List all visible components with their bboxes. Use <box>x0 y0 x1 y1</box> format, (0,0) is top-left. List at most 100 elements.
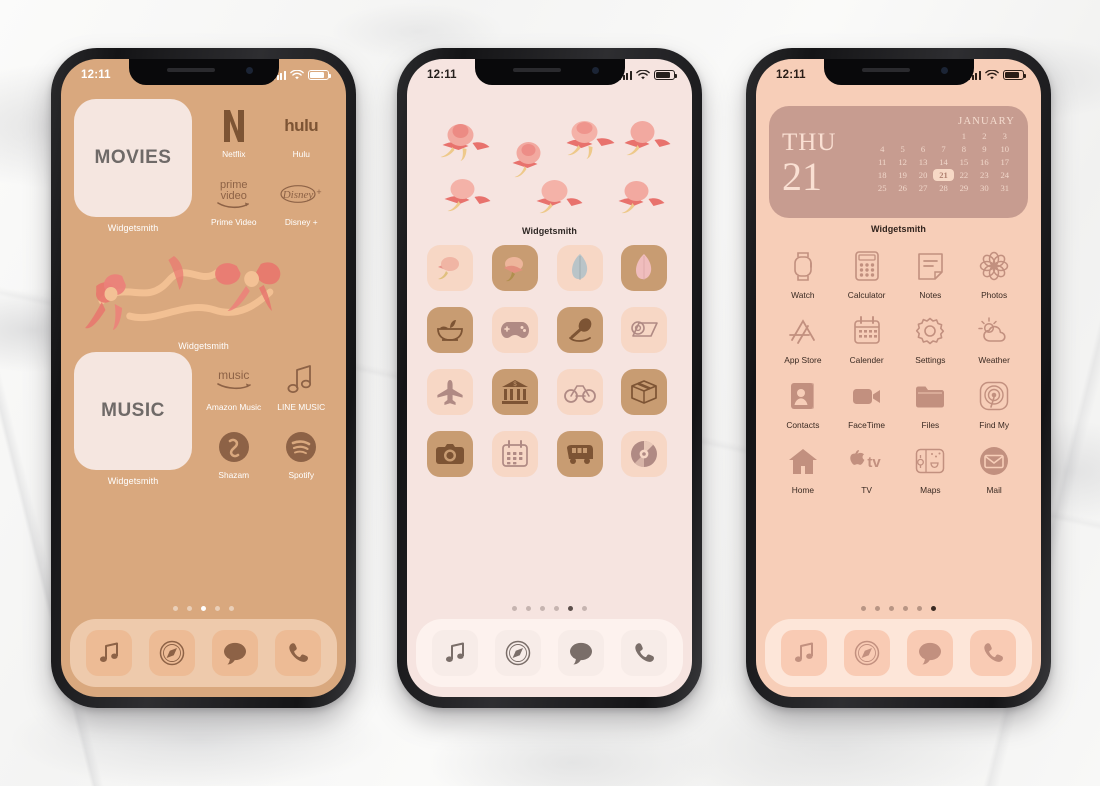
dock-item-safari[interactable] <box>495 630 542 676</box>
app-tile-airplane[interactable] <box>427 369 473 415</box>
app-tile-scroll[interactable] <box>621 307 668 353</box>
calendar-cell-day[interactable]: 18 <box>872 169 892 181</box>
app-calendar[interactable]: Calender <box>837 312 897 365</box>
dock-item-safari[interactable] <box>149 630 196 676</box>
app-home[interactable]: Home <box>773 442 833 495</box>
calendar-cell-day[interactable]: 17 <box>995 156 1015 168</box>
calendar-cell-day[interactable]: 23 <box>974 169 994 181</box>
ribbon-photo-widget[interactable]: Widgetsmith <box>74 246 333 351</box>
dock-item-phone[interactable] <box>969 630 1016 676</box>
app-tile-salad-bowl[interactable] <box>427 307 473 353</box>
movies-widget-box[interactable]: MOVIES <box>74 99 192 217</box>
music-widget-box[interactable]: MUSIC <box>74 352 192 470</box>
calendar-cell-day[interactable]: 11 <box>872 156 892 168</box>
app-files[interactable]: Files <box>901 377 961 430</box>
calendar-days-grid[interactable]: 1 2 3 4 5 6 7 8 9 10 11 12 13 14 15 16 17 18 19 20 21 22 23 24 2… <box>872 130 1015 194</box>
dock-item-music[interactable] <box>432 630 479 676</box>
app-tile-blue-leaf[interactable] <box>556 245 603 291</box>
calendar-cell-day[interactable]: 29 <box>954 182 974 194</box>
app-contacts[interactable]: Contacts <box>773 377 833 430</box>
app-find-my[interactable]: Find My <box>964 377 1024 430</box>
app-tile-compact-disc[interactable] <box>621 431 668 477</box>
calendar-cell-day[interactable]: 10 <box>995 143 1015 155</box>
page-dots[interactable] <box>407 606 692 611</box>
phone-1-screen[interactable]: 12:11 MOVIES Widgetsmith Netflix hulu Hu… <box>61 59 346 697</box>
calendar-cell-day[interactable]: 28 <box>933 182 953 194</box>
dock-item-phone[interactable] <box>274 630 321 676</box>
calendar-cell-day[interactable]: 25 <box>872 182 892 194</box>
app-watch[interactable]: Watch <box>773 247 833 300</box>
calendar-cell-day[interactable]: 1 <box>954 130 974 142</box>
app-spotify[interactable]: Spotify <box>270 420 334 480</box>
dock-item-music[interactable] <box>86 630 133 676</box>
calendar-cell-day[interactable]: 16 <box>974 156 994 168</box>
calendar-cell-day[interactable]: 8 <box>954 143 974 155</box>
app-mail[interactable]: Mail <box>964 442 1024 495</box>
phone-3-screen[interactable]: 12:11 THU 21 JANUARY 1 2 3 4 5 6 7 8 9 1… <box>756 59 1041 697</box>
app-netflix[interactable]: Netflix <box>202 99 266 159</box>
app-tile-pink-leaf[interactable] <box>621 245 668 291</box>
calendar-cell-day[interactable]: 2 <box>974 130 994 142</box>
app-photos[interactable]: Photos <box>964 247 1024 300</box>
flower-photo-widget[interactable]: Widgetsmith <box>421 107 678 236</box>
calendar-cell-day[interactable]: 31 <box>995 182 1015 194</box>
app-tile-bicycle[interactable] <box>556 369 603 415</box>
dock-item-messages[interactable] <box>211 630 258 676</box>
phone-2-screen[interactable]: 12:11 Widgetsmith $ <box>407 59 692 697</box>
app-disney-plus[interactable]: Disney + Disney + <box>270 167 334 227</box>
app-tile-rose-photo[interactable] <box>427 245 473 291</box>
app-weather[interactable]: Weather <box>964 312 1024 365</box>
page-dots[interactable] <box>756 606 1041 611</box>
app-shazam[interactable]: Shazam <box>202 420 266 480</box>
app-tile-bank[interactable]: $ <box>491 369 538 415</box>
app-app-store[interactable]: App Store <box>773 312 833 365</box>
app-tv[interactable]: tv TV <box>837 442 897 495</box>
page-dots[interactable] <box>61 606 346 611</box>
calendar-cell-day[interactable]: 19 <box>892 169 912 181</box>
app-tile-parcel-box[interactable] <box>621 369 668 415</box>
calendar-cell-day[interactable]: 15 <box>954 156 974 168</box>
calendar-cell-day[interactable]: 9 <box>974 143 994 155</box>
calendar-cell-day[interactable]: 12 <box>892 156 912 168</box>
calendar-cell-day[interactable]: 13 <box>913 156 933 168</box>
dock-item-messages[interactable] <box>906 630 953 676</box>
app-amazon-music[interactable]: music Amazon Music <box>202 352 266 412</box>
app-prime-video[interactable]: prime video Prime Video <box>202 167 266 227</box>
calendar-cell-day[interactable]: 30 <box>974 182 994 194</box>
calendar-cell-day[interactable]: 6 <box>913 143 933 155</box>
app-line-music[interactable]: LINE MUSIC <box>270 352 334 412</box>
calendar-widget[interactable]: THU 21 JANUARY 1 2 3 4 5 6 7 8 9 10 11 12 13 14 15 16 17… <box>769 106 1028 218</box>
app-tile-camera[interactable] <box>427 431 473 477</box>
calendar-cell-day[interactable]: 24 <box>995 169 1015 181</box>
app-maps[interactable]: Maps <box>901 442 961 495</box>
movies-widget[interactable]: MOVIES Widgetsmith <box>74 99 192 233</box>
app-facetime[interactable]: FaceTime <box>837 377 897 430</box>
dock-item-music[interactable] <box>781 630 828 676</box>
calendar-cell-day[interactable]: 27 <box>913 182 933 194</box>
calendar-cell-day[interactable]: 4 <box>872 143 892 155</box>
app-calculator[interactable]: Calculator <box>837 247 897 300</box>
calendar-cell-day[interactable]: 14 <box>933 156 953 168</box>
calendar-cell-day[interactable]: 22 <box>954 169 974 181</box>
app-tile-calendar[interactable] <box>491 431 538 477</box>
app-label: Notes <box>919 290 942 300</box>
app-tile-gamepad[interactable] <box>491 307 538 353</box>
app-notes[interactable]: Notes <box>901 247 961 300</box>
calendar-cell-day[interactable]: 7 <box>933 143 953 155</box>
app-tile-dried-flower-photo[interactable] <box>491 245 538 291</box>
calendar-cell-day[interactable]: 5 <box>892 143 912 155</box>
music-widget[interactable]: MUSIC Widgetsmith <box>74 352 192 486</box>
app-tile-bus[interactable] <box>556 431 603 477</box>
calendar-cell-day[interactable]: 26 <box>892 182 912 194</box>
notch <box>823 59 974 85</box>
dock-item-messages[interactable] <box>557 630 604 676</box>
dock-item-phone[interactable] <box>620 630 667 676</box>
calendar-cell-day[interactable]: 20 <box>913 169 933 181</box>
gamepad-icon <box>500 322 529 338</box>
calendar-cell-day[interactable]: 3 <box>995 130 1015 142</box>
dock-item-safari[interactable] <box>844 630 891 676</box>
app-settings[interactable]: Settings <box>901 312 961 365</box>
app-hulu[interactable]: hulu Hulu <box>270 99 334 159</box>
calendar-cell-day[interactable]: 21 <box>933 169 954 181</box>
app-tile-microphone[interactable] <box>556 307 603 353</box>
